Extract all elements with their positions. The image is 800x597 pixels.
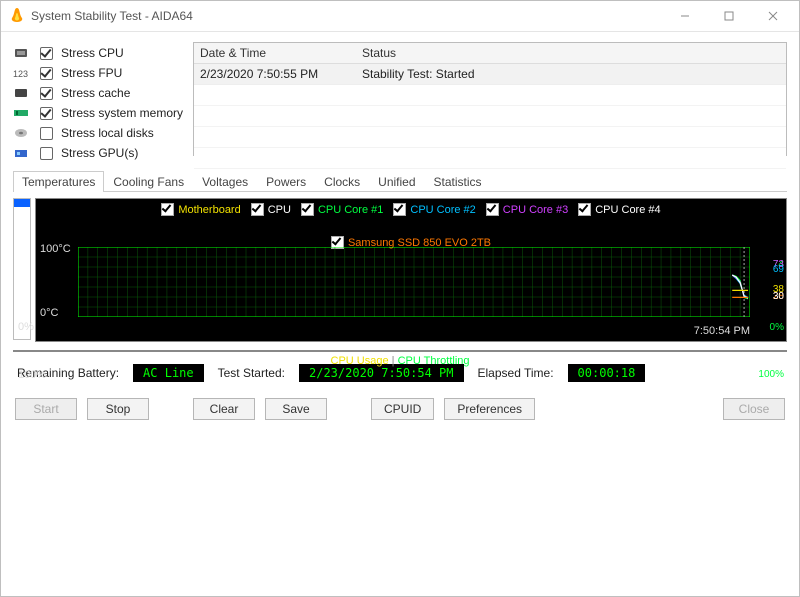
log-row[interactable]: 2/23/2020 7:50:55 PMStability Test: Star… — [194, 64, 786, 85]
log-cell-status: Stability Test: Started — [356, 64, 786, 85]
legend-checkbox[interactable] — [578, 203, 591, 216]
stress-icon — [13, 46, 31, 60]
tab-unified[interactable]: Unified — [369, 171, 424, 192]
legend-item[interactable]: CPU Core #3 — [486, 203, 568, 216]
save-button[interactable]: Save — [265, 398, 327, 420]
cpuid-button[interactable]: CPUID — [371, 398, 434, 420]
stress-label: Stress system memory — [61, 106, 183, 120]
stress-option-4[interactable]: Stress local disks — [13, 124, 183, 142]
legend-label: CPU Core #2 — [410, 204, 475, 216]
stress-option-3[interactable]: Stress system memory — [13, 104, 183, 122]
temp-y-top: 100°C — [40, 243, 71, 255]
legend-item[interactable]: CPU — [251, 203, 291, 216]
temperature-plot: Motherboard CPU CPU Core #1 CPU Core #2 CPU … — [35, 198, 787, 342]
tab-clocks[interactable]: Clocks — [315, 171, 369, 192]
stress-icon — [13, 86, 31, 100]
legend-checkbox[interactable] — [161, 203, 174, 216]
stress-label: Stress local disks — [61, 126, 154, 140]
stress-option-0[interactable]: Stress CPU — [13, 44, 183, 62]
legend-label: CPU Core #1 — [318, 204, 383, 216]
usage-r-top: 100% — [758, 369, 784, 380]
window-title: System Stability Test - AIDA64 — [31, 9, 193, 23]
close-window-button[interactable] — [751, 2, 795, 30]
stress-option-2[interactable]: Stress cache — [13, 84, 183, 102]
start-button[interactable]: Start — [15, 398, 77, 420]
stress-label: Stress GPU(s) — [61, 146, 138, 160]
usage-plot: CPU Usage | CPU Throttling 100% 0% 100% … — [13, 350, 787, 352]
stress-option-1[interactable]: 123 Stress FPU — [13, 64, 183, 82]
usage-r-bottom: 0% — [770, 322, 784, 333]
svg-text:123: 123 — [13, 69, 28, 79]
legend-item[interactable]: CPU Core #1 — [301, 203, 383, 216]
temp-x-label: 7:50:54 PM — [694, 325, 750, 337]
sensor-indicator[interactable] — [13, 198, 31, 340]
legend-item[interactable]: CPU Core #4 — [578, 203, 660, 216]
log-cell-datetime: 2/23/2020 7:50:55 PM — [194, 64, 356, 85]
temp-y-bottom: 0°C — [40, 307, 58, 319]
legend-label: CPU — [268, 204, 291, 216]
temperature-graph — [78, 247, 750, 317]
tab-voltages[interactable]: Voltages — [193, 171, 257, 192]
temp-value-label: 69 — [773, 264, 784, 275]
app-window: System Stability Test - AIDA64 Stress CP… — [0, 0, 800, 597]
usage-y-bottom: 0% — [18, 321, 34, 333]
clear-button[interactable]: Clear — [193, 398, 255, 420]
stress-icon — [13, 126, 31, 140]
temperature-legend: Motherboard CPU CPU Core #1 CPU Core #2 CPU … — [36, 199, 786, 249]
legend-label: CPU Core #3 — [503, 204, 568, 216]
legend-label: CPU Core #4 — [595, 204, 660, 216]
stop-button[interactable]: Stop — [87, 398, 149, 420]
stress-icon: 123 — [13, 66, 31, 80]
legend-item[interactable]: Motherboard — [161, 203, 240, 216]
close-button[interactable]: Close — [723, 398, 785, 420]
usage-title: CPU Usage | CPU Throttling — [14, 355, 786, 367]
stress-options: Stress CPU 123 Stress FPU Stress cache Stres… — [13, 42, 183, 162]
app-icon — [9, 7, 25, 26]
usage-y-top: 100% — [18, 369, 46, 381]
content-area: Stress CPU 123 Stress FPU Stress cache Stres… — [1, 32, 799, 596]
legend-label: Motherboard — [178, 204, 240, 216]
legend-checkbox[interactable] — [301, 203, 314, 216]
temp-value-label: 30 — [773, 291, 784, 302]
stress-checkbox[interactable] — [40, 47, 53, 60]
event-log: Date & Time Status 2/23/2020 7:50:55 PMS… — [193, 42, 787, 156]
tab-cooling-fans[interactable]: Cooling Fans — [104, 171, 193, 192]
preferences-button[interactable]: Preferences — [444, 398, 535, 420]
legend-item[interactable]: CPU Core #2 — [393, 203, 475, 216]
maximize-button[interactable] — [707, 2, 751, 30]
button-row: Start Stop Clear Save CPUID Preferences … — [13, 394, 787, 426]
stress-label: Stress cache — [61, 86, 130, 100]
stress-label: Stress FPU — [61, 66, 122, 80]
stress-checkbox[interactable] — [40, 107, 53, 120]
log-header-datetime: Date & Time — [194, 43, 356, 64]
stress-option-5[interactable]: Stress GPU(s) — [13, 144, 183, 162]
tab-powers[interactable]: Powers — [257, 171, 315, 192]
legend-checkbox[interactable] — [393, 203, 406, 216]
tab-bar: TemperaturesCooling FansVoltagesPowersCl… — [13, 170, 787, 192]
log-header-status: Status — [356, 43, 786, 64]
tab-temperatures[interactable]: Temperatures — [13, 171, 104, 192]
stress-icon — [13, 146, 31, 160]
legend-checkbox[interactable] — [486, 203, 499, 216]
stress-checkbox[interactable] — [40, 87, 53, 100]
tab-statistics[interactable]: Statistics — [425, 171, 491, 192]
stress-label: Stress CPU — [61, 46, 124, 60]
minimize-button[interactable] — [663, 2, 707, 30]
stress-checkbox[interactable] — [40, 147, 53, 160]
stress-checkbox[interactable] — [40, 67, 53, 80]
stress-icon — [13, 106, 31, 120]
legend-checkbox[interactable] — [251, 203, 264, 216]
titlebar: System Stability Test - AIDA64 — [1, 1, 799, 32]
stress-checkbox[interactable] — [40, 127, 53, 140]
